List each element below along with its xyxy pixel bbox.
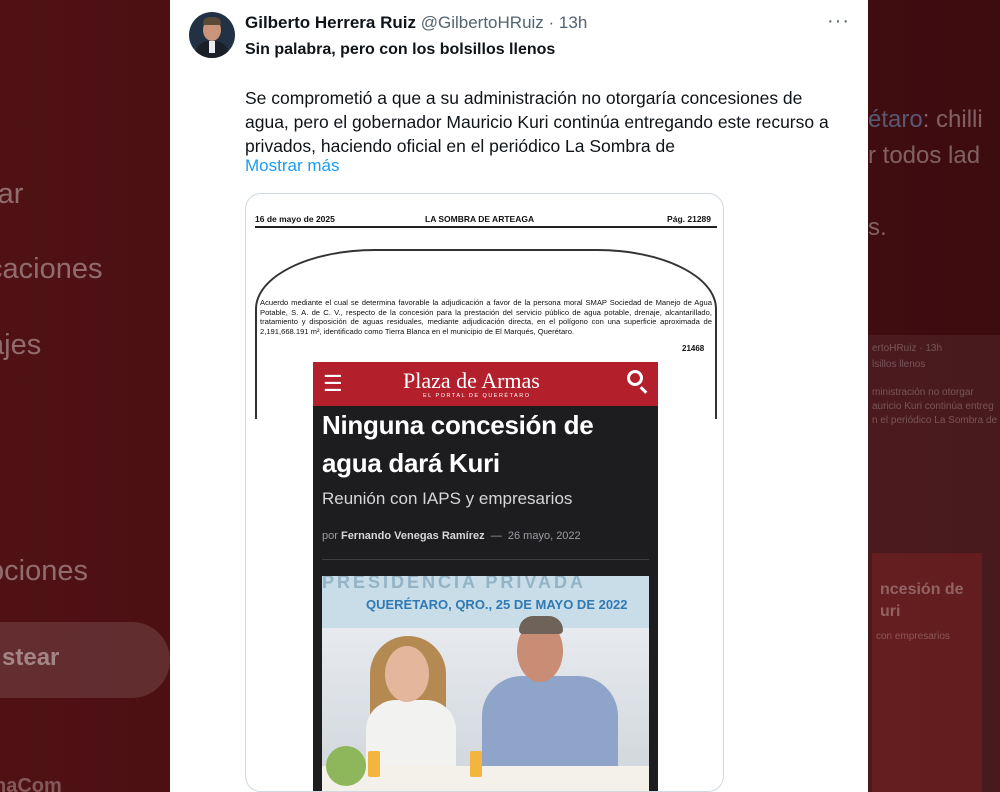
gazette-rule <box>255 226 717 228</box>
article-headline: Ninguna concesión de agua dará Kuri <box>322 410 594 478</box>
site-header-bar: ☰ Plaza de Armas EL PORTAL DE QUERÉTARO <box>313 362 658 406</box>
article-byline: por Fernando Venegas Ramírez — 26 mayo, … <box>322 530 581 542</box>
article-screenshot: ☰ Plaza de Armas EL PORTAL DE QUERÉTARO … <box>313 362 658 791</box>
photo-banner: PRESIDENCIA PRIVADA QUERÉTARO, QRO., 25 … <box>322 576 649 628</box>
tweet-lead-text: Sin palabra, pero con los bolsillos llen… <box>245 41 556 58</box>
article-date: 26 mayo, 2022 <box>507 530 581 542</box>
gazette-title: LA SOMBRA DE ARTEAGA <box>425 214 535 224</box>
photo-caption: QUERÉTARO, QRO., 25 DE MAYO DE 2022 <box>366 597 628 612</box>
tweet-body-text: Se comprometió a que a su administración… <box>245 88 829 156</box>
author-name[interactable]: Gilberto Herrera Ruiz <box>245 13 416 32</box>
background-phone: ncesión de uri con empresarios <box>872 553 982 792</box>
background-sidebar: rar caciones ajes pciones stear naCom <box>0 0 170 792</box>
gazette-number: 21468 <box>682 344 705 353</box>
site-logo: Plaza de Armas <box>403 368 540 393</box>
background-nav-item: caciones <box>0 253 103 285</box>
background-nav-item: pciones <box>0 555 88 587</box>
gazette-date: 16 de mayo de 2025 <box>255 214 335 224</box>
background-text: étaro: chilli <box>868 106 983 133</box>
background-text: r todos lad <box>868 142 981 169</box>
site-tagline: EL PORTAL DE QUERÉTARO <box>423 393 531 399</box>
article-subheadline: Reunión con IAPS y empresarios <box>322 489 573 508</box>
tweet-time[interactable]: · 13h <box>549 13 588 32</box>
author-avatar[interactable] <box>189 12 235 58</box>
tweet-media-image[interactable]: 16 de mayo de 2025 LA SOMBRA DE ARTEAGA … <box>245 193 724 792</box>
background-post-button: stear <box>0 622 170 698</box>
background-right-column: étaro: chilli r todos lad s. ertoHRuiz ·… <box>868 0 1000 792</box>
more-options-icon[interactable]: ··· <box>827 10 850 33</box>
gazette-text: Acuerdo mediante el cual se determina fa… <box>260 298 712 336</box>
background-text: s. <box>868 214 887 241</box>
background-nav-item: ajes <box>0 329 42 361</box>
author-handle[interactable]: @GilbertoHRuiz <box>421 13 544 32</box>
tweet-header: Gilberto Herrera Ruiz @GilbertoHRuiz · 1… <box>245 13 587 33</box>
search-icon <box>627 370 643 386</box>
divider <box>322 559 649 560</box>
gazette-page: Pág. 21289 <box>667 214 711 224</box>
article-author: Fernando Venegas Ramírez <box>340 530 485 542</box>
background-nav-item: rar <box>0 178 24 210</box>
article-photo: PRESIDENCIA PRIVADA QUERÉTARO, QRO., 25 … <box>322 576 649 791</box>
background-username: naCom <box>0 775 62 792</box>
tweet-card[interactable]: Gilberto Herrera Ruiz @GilbertoHRuiz · 1… <box>170 0 868 792</box>
hamburger-menu-icon: ☰ <box>323 371 343 396</box>
show-more-link[interactable]: Mostrar más <box>245 156 339 176</box>
